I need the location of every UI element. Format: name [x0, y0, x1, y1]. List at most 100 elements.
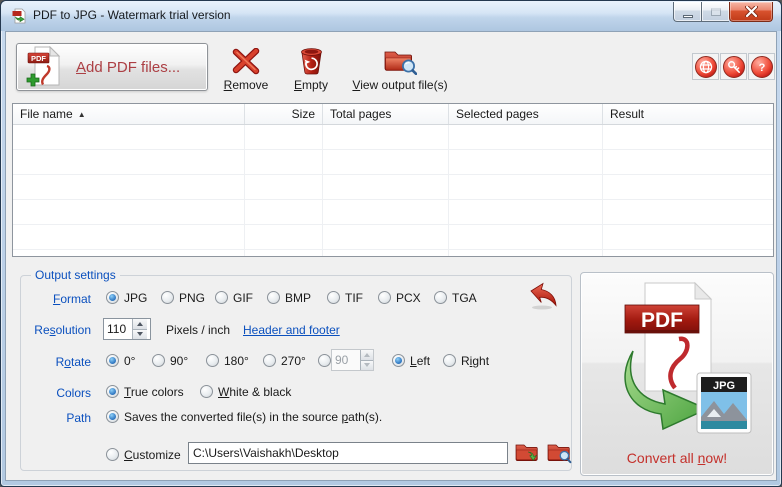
spin-up-button[interactable]: [132, 319, 147, 329]
view-output-label: View output file(s): [352, 78, 448, 92]
sort-ascending-icon: ▲: [77, 110, 86, 119]
table-row: [13, 175, 773, 200]
rotate-option-270[interactable]: 270°: [263, 353, 306, 368]
empty-label: Empty: [293, 78, 329, 92]
radio-icon: [106, 291, 119, 304]
app-window: PDF to JPG - Watermark trial version PDF…: [0, 0, 782, 487]
group-legend: Output settings: [31, 268, 120, 282]
format-option-tif[interactable]: TIF: [327, 290, 363, 305]
radio-icon: [263, 354, 276, 367]
table-row: [13, 125, 773, 150]
radio-icon: [434, 291, 447, 304]
path-label: Path: [66, 411, 91, 425]
client-area: PDF Add PDF files... Remove Empty View o…: [5, 31, 777, 481]
custom-path-input[interactable]: [188, 442, 508, 464]
column-header-selected-pages[interactable]: Selected pages: [449, 104, 603, 124]
browse-folder-button[interactable]: [515, 441, 540, 465]
format-label: Format: [52, 292, 91, 306]
open-custom-folder-button[interactable]: [547, 441, 572, 465]
svg-text:PDF: PDF: [31, 54, 46, 63]
radio-icon: [267, 291, 280, 304]
path-option-customize[interactable]: Customize: [106, 447, 181, 462]
minimize-icon: [682, 14, 693, 18]
table-body: [13, 125, 773, 256]
rotate-option-90[interactable]: 90°: [152, 353, 188, 368]
radio-icon: [378, 291, 391, 304]
format-option-bmp[interactable]: BMP: [267, 290, 311, 305]
convert-all-button[interactable]: PDF JPG Convert all now!: [580, 272, 774, 476]
path-option-source[interactable]: Saves the converted file(s) in the sourc…: [106, 409, 382, 424]
utility-buttons: ?: [692, 53, 775, 80]
add-pdf-files-label: Add PDF files...: [76, 58, 181, 76]
format-option-pcx[interactable]: PCX: [378, 290, 421, 305]
close-button[interactable]: [729, 2, 773, 22]
format-option-jpg[interactable]: JPG: [106, 290, 147, 305]
window-title: PDF to JPG - Watermark trial version: [33, 8, 231, 22]
empty-button[interactable]: Empty: [284, 45, 338, 95]
rotate-option-custom[interactable]: [318, 353, 331, 368]
question-icon: ?: [750, 55, 773, 78]
radio-icon: [106, 448, 119, 461]
titlebar[interactable]: PDF to JPG - Watermark trial version: [1, 1, 781, 31]
close-icon: [744, 6, 758, 17]
website-button[interactable]: [692, 53, 719, 80]
table-row: [13, 225, 773, 250]
column-header-result[interactable]: Result: [603, 104, 773, 124]
radio-icon: [152, 354, 165, 367]
undo-arrow-icon: [530, 282, 557, 310]
maximize-button[interactable]: [701, 2, 729, 22]
register-button[interactable]: [720, 53, 747, 80]
rotate-custom-spinner: [331, 349, 374, 371]
colors-option-white-black[interactable]: White & black: [200, 384, 291, 399]
colors-label: Colors: [56, 386, 91, 400]
app-icon: [11, 8, 27, 24]
maximize-icon: [710, 7, 721, 16]
spin-down-button[interactable]: [360, 359, 373, 370]
resolution-spinner: [103, 318, 151, 340]
radio-icon: [392, 354, 405, 367]
spin-down-button[interactable]: [132, 328, 147, 339]
rotate-direction-right[interactable]: Right: [443, 353, 489, 368]
radio-icon: [200, 385, 213, 398]
add-pdf-files-button[interactable]: PDF Add PDF files...: [16, 43, 208, 91]
svg-text:?: ?: [758, 62, 765, 74]
radio-icon: [318, 354, 331, 367]
format-option-png[interactable]: PNG: [161, 290, 205, 305]
resolution-input[interactable]: [104, 319, 132, 339]
remove-button[interactable]: Remove: [216, 45, 276, 95]
folder-open-icon: [515, 444, 538, 461]
folder-search-icon: [547, 444, 572, 464]
header-footer-link[interactable]: Header and footer: [243, 323, 340, 337]
view-output-button[interactable]: View output file(s): [346, 45, 454, 95]
colors-option-true-colors[interactable]: True colors: [106, 384, 184, 399]
svg-text:JPG: JPG: [713, 380, 735, 392]
globe-icon: [694, 55, 717, 78]
column-header-total-pages[interactable]: Total pages: [323, 104, 449, 124]
folder-search-icon: [346, 45, 454, 75]
table-header: File name ▲ Size Total pages Selected pag…: [13, 104, 773, 125]
reset-settings-button[interactable]: [527, 282, 559, 312]
file-list-table: File name ▲ Size Total pages Selected pag…: [12, 103, 774, 257]
resolution-label: Resolution: [34, 323, 91, 337]
rotate-custom-input[interactable]: [332, 350, 360, 370]
spin-up-button[interactable]: [360, 350, 373, 360]
rotate-direction-left[interactable]: Left: [392, 353, 430, 368]
key-icon: [722, 55, 745, 78]
format-option-tga[interactable]: TGA: [434, 290, 477, 305]
radio-icon: [106, 354, 119, 367]
rotate-option-180[interactable]: 180°: [206, 353, 249, 368]
format-option-gif[interactable]: GIF: [215, 290, 253, 305]
trash-icon: [284, 45, 338, 75]
minimize-button[interactable]: [673, 2, 701, 22]
column-header-size[interactable]: Size: [245, 104, 323, 124]
resolution-unit-label: Pixels / inch: [166, 323, 231, 337]
window-controls: [673, 2, 773, 22]
rotate-option-0[interactable]: 0°: [106, 353, 135, 368]
convert-all-label: Convert all now!: [626, 450, 728, 466]
column-header-file-name[interactable]: File name ▲: [13, 104, 245, 124]
help-button[interactable]: ?: [748, 53, 775, 80]
radio-icon: [443, 354, 456, 367]
radio-icon: [161, 291, 174, 304]
radio-icon: [206, 354, 219, 367]
table-row: [13, 200, 773, 225]
